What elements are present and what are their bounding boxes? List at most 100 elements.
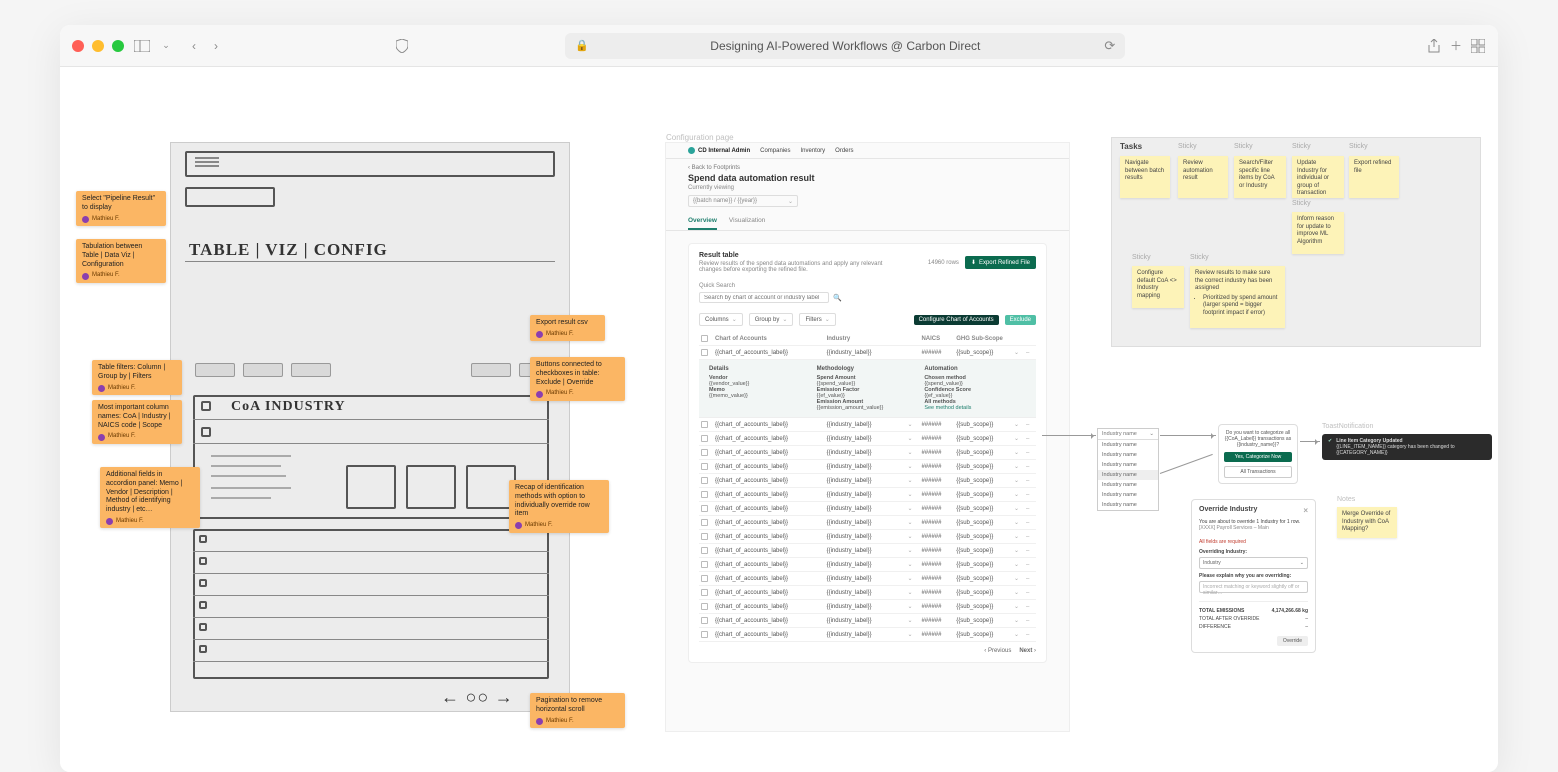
close-icon[interactable]: × [1303,506,1308,515]
sidebar-toggle-icon[interactable] [134,38,150,54]
sticky-note[interactable]: Update Industry for individual or group … [1292,156,1344,198]
close-window-icon[interactable] [72,40,84,52]
table-row[interactable]: {{chart_of_accounts_label}}{{industry_la… [699,432,1036,446]
note-tabulation[interactable]: Tabulation between Table | Data Viz | Co… [76,239,166,283]
confirm-categorize-button[interactable]: Yes, Categorize Now [1224,452,1292,462]
batch-select[interactable]: {{batch name}} / {{year}}⌄ [688,195,798,207]
search-icon[interactable]: 🔍 [833,294,842,302]
row-checkbox[interactable] [701,589,708,596]
row-checkbox[interactable] [701,603,708,610]
dropdown-item[interactable]: Industry name [1098,440,1158,450]
row-checkbox[interactable] [701,547,708,554]
tab-visualization[interactable]: Visualization [729,217,765,230]
search-input[interactable] [699,292,829,303]
sticky-note[interactable]: Search/Filter specific line items by CoA… [1234,156,1286,198]
export-button[interactable]: ⬇Export Refined File [965,256,1036,269]
sticky-note[interactable]: Merge Override of Industry with CoA Mapp… [1337,507,1397,538]
dropdown-item[interactable]: Industry name [1098,490,1158,500]
note-exclude-override[interactable]: Buttons connected to checkboxes in table… [530,357,625,401]
dropdown-item[interactable]: Industry name [1098,460,1158,470]
minimize-window-icon[interactable] [92,40,104,52]
note-accordion-fields[interactable]: Additional fields in accordion panel: Me… [100,467,200,528]
note-recap-methods[interactable]: Recap of identification methods with opt… [509,480,609,533]
share-icon[interactable] [1426,38,1442,54]
table-row[interactable]: {{chart_of_accounts_label}}{{industry_la… [699,516,1036,530]
tab-dropdown-icon[interactable]: ⌄ [156,38,176,54]
tab-overview-icon[interactable] [1470,38,1486,54]
row-checkbox[interactable] [701,575,708,582]
table-row[interactable]: {{chart_of_accounts_label}}{{industry_la… [699,418,1036,432]
row-checkbox[interactable] [701,435,708,442]
row-checkbox[interactable] [701,421,708,428]
note-export-csv[interactable]: Export result csvMathieu F. [530,315,605,341]
maximize-window-icon[interactable] [112,40,124,52]
dropdown-item[interactable]: Industry name [1098,470,1158,480]
figma-canvas[interactable]: TABLE | VIZ | CONFIG CoA INDUSTRY [60,67,1498,772]
sticky-note[interactable]: Configure default CoA <> Industry mappin… [1132,266,1184,308]
table-row[interactable]: {{chart_of_accounts_label}}{{industry_la… [699,502,1036,516]
tab-overview[interactable]: Overview [688,217,717,230]
exclude-button[interactable]: Exclude [1005,315,1036,325]
table-row[interactable]: {{chart_of_accounts_label}}{{industry_la… [699,600,1036,614]
table-row[interactable]: {{chart_of_accounts_label}}{{industry_la… [699,544,1036,558]
note-pagination[interactable]: Pagination to remove horizontal scrollMa… [530,693,625,728]
industry-select[interactable]: Industry⌄ [1199,557,1308,569]
dropdown-item[interactable]: Industry name [1098,480,1158,490]
row-checkbox[interactable] [701,505,708,512]
row-checkbox[interactable] [701,617,708,624]
shield-icon[interactable] [394,38,410,54]
override-button[interactable]: Override [1277,636,1308,646]
table-row[interactable]: {{chart_of_accounts_label}}{{industry_la… [699,446,1036,460]
brand-logo[interactable]: CD Internal Admin [688,147,750,154]
select-all-checkbox[interactable] [701,335,708,342]
filters-button[interactable]: Filters⌄ [799,313,835,326]
nav-companies[interactable]: Companies [760,148,790,154]
table-row[interactable]: {{chart_of_accounts_label}}{{industry_la… [699,572,1036,586]
note-column-names[interactable]: Most important column names: CoA | Indus… [92,400,182,444]
back-icon[interactable]: ‹ [186,38,202,54]
note-pipeline-result[interactable]: Select "Pipeline Result" to displayMathi… [76,191,166,226]
reload-icon[interactable]: ⟳ [1104,38,1115,54]
nav-inventory[interactable]: Inventory [800,148,825,154]
table-row[interactable]: {{chart_of_accounts_label}}{{industry_la… [699,460,1036,474]
see-method-link[interactable]: See method details [924,405,1026,411]
table-row[interactable]: {{chart_of_accounts_label}} {{industry_l… [699,346,1036,360]
new-tab-icon[interactable]: ＋ [1448,38,1464,54]
table-row[interactable]: {{chart_of_accounts_label}}{{industry_la… [699,488,1036,502]
row-checkbox[interactable] [701,349,708,356]
row-checkbox[interactable] [701,533,708,540]
sticky-note[interactable]: Export refined file [1349,156,1399,198]
industry-dropdown[interactable]: Industry name⌄ Industry name Industry na… [1097,428,1159,511]
sticky-note[interactable]: Review automation result [1178,156,1228,198]
groupby-button[interactable]: Group by⌄ [749,313,794,326]
dropdown-item[interactable]: Industry name [1098,500,1158,510]
row-checkbox[interactable] [701,561,708,568]
row-checkbox[interactable] [701,631,708,638]
columns-button[interactable]: Columns⌄ [699,313,743,326]
row-checkbox[interactable] [701,491,708,498]
row-checkbox[interactable] [701,519,708,526]
table-row[interactable]: {{chart_of_accounts_label}}{{industry_la… [699,558,1036,572]
table-row[interactable]: {{chart_of_accounts_label}}{{industry_la… [699,586,1036,600]
forward-icon[interactable]: › [208,38,224,54]
all-transactions-button[interactable]: All Transactions [1224,466,1292,478]
table-row[interactable]: {{chart_of_accounts_label}}{{industry_la… [699,474,1036,488]
configure-coa-button[interactable]: Configure Chart of Accounts [914,315,999,325]
prev-page[interactable]: ‹ Previous [984,648,1011,654]
table-row[interactable]: {{chart_of_accounts_label}}{{industry_la… [699,614,1036,628]
dropdown-item[interactable]: Industry name [1098,450,1158,460]
row-checkbox[interactable] [701,463,708,470]
reason-textarea[interactable]: Incorrect matching or keyword slightly o… [1199,581,1308,593]
row-checkbox[interactable] [701,477,708,484]
next-page[interactable]: Next › [1019,648,1036,654]
table-row[interactable]: {{chart_of_accounts_label}}{{industry_la… [699,530,1036,544]
sticky-note[interactable]: Inform reason for update to improve ML A… [1292,212,1344,254]
table-row[interactable]: {{chart_of_accounts_label}}{{industry_la… [699,628,1036,642]
sticky-note[interactable]: Navigate between batch results [1120,156,1170,198]
nav-orders[interactable]: Orders [835,148,853,154]
sticky-note[interactable]: Review results to make sure the correct … [1190,266,1285,328]
address-bar[interactable]: 🔒 Designing AI-Powered Workflows @ Carbo… [565,33,1125,59]
note-table-filters[interactable]: Table filters: Column | Group by | Filte… [92,360,182,395]
back-link[interactable]: ‹ Back to Footprints [666,159,1069,171]
row-checkbox[interactable] [701,449,708,456]
